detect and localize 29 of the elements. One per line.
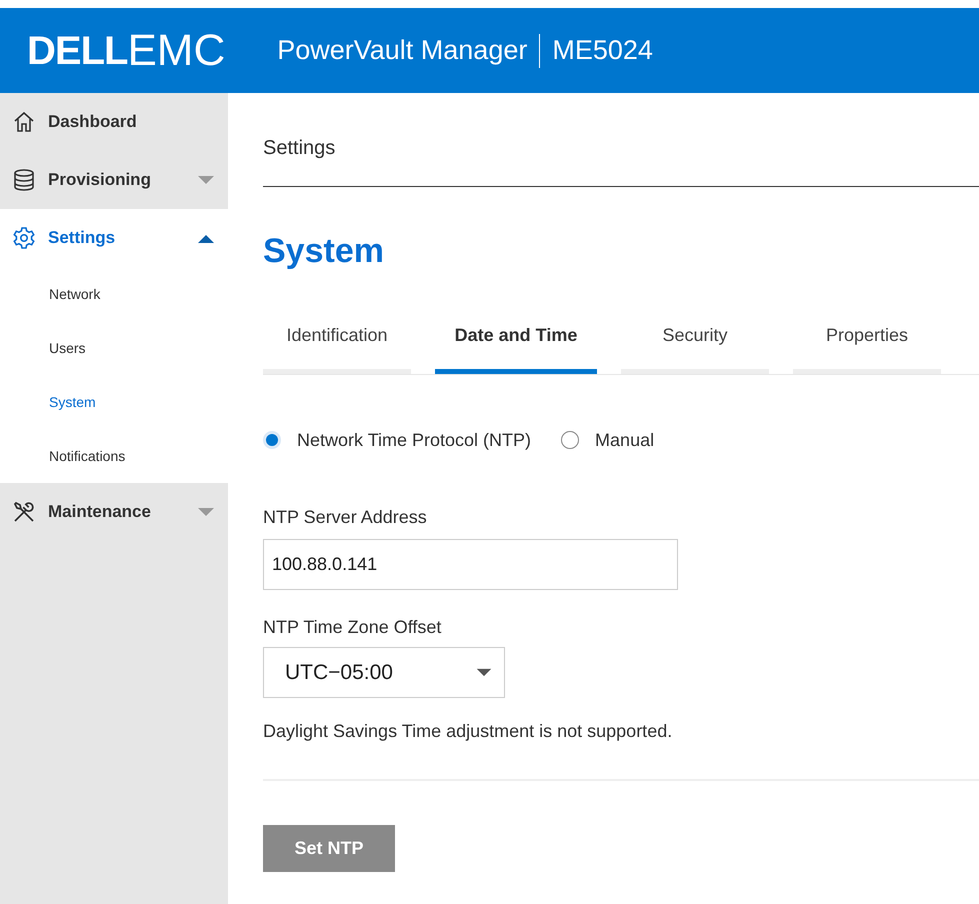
tab[interactable]: Date and Time bbox=[435, 322, 597, 374]
radio-label[interactable]: Manual bbox=[595, 426, 654, 454]
note-text: Daylight Savings Time adjustment is not supported. bbox=[263, 718, 979, 781]
field-label: NTP Server Address bbox=[263, 506, 428, 529]
input-field[interactable]: 100.88.0.141 bbox=[263, 538, 678, 590]
set-ntp-button[interactable]: Set NTP bbox=[263, 824, 395, 872]
sidebar-subitem[interactable]: System bbox=[0, 375, 228, 429]
tab[interactable]: Security bbox=[621, 322, 769, 374]
tab[interactable]: Identification bbox=[263, 322, 411, 374]
breadcrumb: Settings bbox=[263, 93, 979, 187]
logo-text: DELL bbox=[27, 30, 128, 70]
sidebar-subitem[interactable]: Notifications bbox=[0, 429, 228, 483]
caret-icon bbox=[476, 668, 492, 677]
tools-icon bbox=[12, 500, 36, 524]
page-title: System bbox=[263, 231, 385, 272]
sidebar-subitem[interactable]: Users bbox=[0, 321, 228, 375]
model-name: ME5024 bbox=[552, 34, 653, 68]
app-title: PowerVault Manager bbox=[277, 34, 528, 68]
home-icon bbox=[12, 110, 36, 134]
settings-icon bbox=[12, 226, 36, 250]
logo-text: EMC bbox=[127, 28, 226, 72]
field-label: NTP Time Zone Offset bbox=[263, 616, 442, 639]
radio-label[interactable]: Network Time Protocol (NTP) bbox=[297, 426, 532, 454]
tab[interactable]: Properties bbox=[793, 322, 941, 374]
radio-button[interactable] bbox=[561, 431, 580, 450]
dropdown[interactable]: UTC−05:00 bbox=[263, 646, 505, 698]
sidebar-subitem[interactable]: Network bbox=[0, 267, 228, 321]
sidebar-item[interactable]: Settings bbox=[0, 209, 228, 267]
database-icon bbox=[12, 168, 36, 192]
